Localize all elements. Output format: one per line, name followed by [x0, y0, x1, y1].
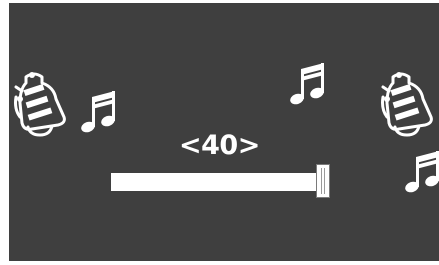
- volume-panel: <40>: [9, 3, 439, 261]
- volume-slider[interactable]: [111, 164, 333, 200]
- music-note-icon: [81, 91, 115, 133]
- volume-value-label: <40>: [179, 130, 260, 161]
- bell-icon: [14, 72, 66, 137]
- slider-fill: [111, 173, 323, 191]
- slider-thumb[interactable]: [316, 164, 330, 198]
- bell-icon: [381, 72, 433, 137]
- music-note-icon: [405, 151, 439, 193]
- music-note-icon: [290, 63, 324, 105]
- slider-track[interactable]: [111, 173, 323, 191]
